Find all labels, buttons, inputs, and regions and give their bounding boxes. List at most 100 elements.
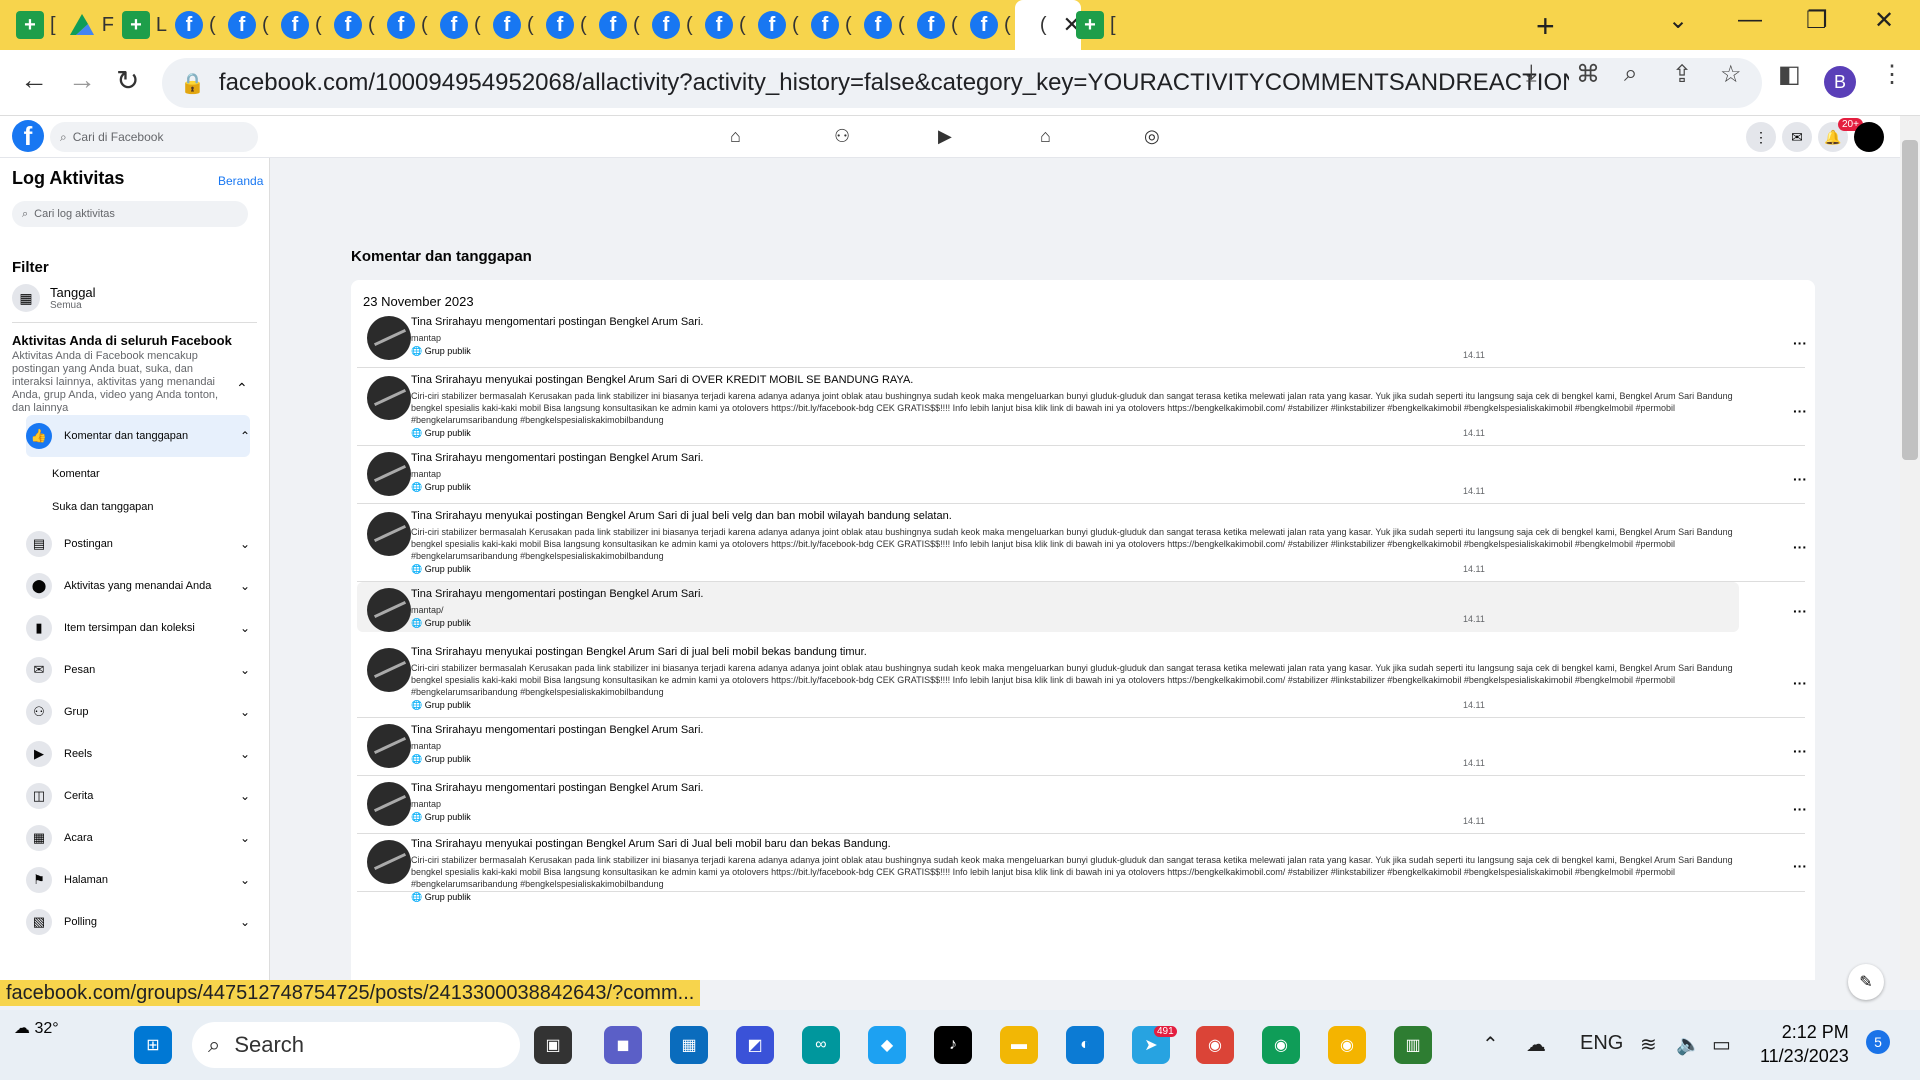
reload-icon[interactable]: ↻ [116,64,139,97]
browser-tab[interactable]: f( [644,0,697,50]
chevron-down-icon[interactable]: ⌄ [240,705,250,719]
avatar[interactable] [367,452,411,496]
chrome-icon[interactable]: ◉ [1196,1026,1234,1064]
browser-tab[interactable]: f( [538,0,591,50]
chevron-down-icon[interactable]: ⌄ [240,873,250,887]
watch-nav-icon[interactable]: ▶ [938,126,952,147]
browser-tab[interactable]: f( [856,0,909,50]
group-name[interactable]: jual beli velg dan ban mobil wilayah ban… [692,510,949,522]
chevron-up-icon[interactable]: ⌃ [236,380,248,397]
file-explorer-icon[interactable]: ▬ [1000,1026,1038,1064]
date-filter[interactable]: ▦ Tanggal Semua [12,284,257,312]
sidebar-item-calendar[interactable]: ▦ Acara ⌄ [26,817,250,859]
actor-name[interactable]: Tina Srirahayu [411,724,482,736]
start-icon[interactable]: ⊞ [134,1026,172,1064]
target-name[interactable]: Bengkel Arum Sari [609,588,700,600]
target-name[interactable]: Bengkel Arum Sari [586,838,677,850]
browser-tab[interactable]: f( [697,0,750,50]
avatar[interactable] [367,512,411,556]
more-options-icon[interactable]: ··· [1793,539,1807,555]
menu-icon[interactable]: ⋮ [1880,60,1904,89]
avatar[interactable] [367,648,411,692]
battery-icon[interactable]: ▭ [1712,1032,1731,1057]
chevron-down-icon[interactable]: ⌄ [240,915,250,929]
target-name[interactable]: Bengkel Arum Sari [586,510,677,522]
target-name[interactable]: Bengkel Arum Sari [609,316,700,328]
scrollbar-thumb[interactable] [1902,140,1918,460]
actor-name[interactable]: Tina Srirahayu [411,782,482,794]
task-view-icon[interactable]: ▣ [534,1026,572,1064]
volume-icon[interactable]: 🔈 [1676,1032,1701,1057]
home-link[interactable]: Beranda [218,174,263,188]
browser-tab[interactable]: f( [485,0,538,50]
sidebar-item-flag[interactable]: ⚑ Halaman ⌄ [26,859,250,901]
browser-tab[interactable]: f( [432,0,485,50]
more-options-icon[interactable]: ··· [1793,403,1807,419]
activity-search-input[interactable]: ⌕ Cari log aktivitas [12,201,248,227]
more-options-icon[interactable]: ··· [1793,603,1807,619]
language-indicator[interactable]: ENG [1580,1032,1623,1055]
home-nav-icon[interactable]: ⌂ [730,126,741,147]
sidebar-item-messenger[interactable]: ✉ Pesan ⌄ [26,649,250,691]
chevron-down-icon[interactable]: ⌄ [240,663,250,677]
arduino-icon[interactable]: ∞ [802,1026,840,1064]
restore-icon[interactable]: ❐ [1806,6,1828,35]
sidebar-item-posts[interactable]: ▤ Postingan ⌄ [26,523,250,565]
target-name[interactable]: Bengkel Arum Sari [609,782,700,794]
share-icon[interactable]: ⇪ [1672,60,1692,89]
group-name[interactable]: jual beli mobil bekas bandung timur [692,646,864,658]
more-options-icon[interactable]: ··· [1793,801,1807,817]
chrome-icon[interactable]: ◉ [1328,1026,1366,1064]
actor-name[interactable]: Tina Srirahayu [411,452,482,464]
wifi-icon[interactable]: ≋ [1640,1032,1657,1057]
more-options-icon[interactable]: ··· [1793,858,1807,874]
activity-row[interactable]: Tina Srirahayu mengomentari postingan Be… [357,582,1807,632]
avatar[interactable] [367,840,411,884]
profile-avatar[interactable]: B [1824,66,1856,98]
marketplace-nav-icon[interactable]: ⌂ [1040,126,1051,147]
close-window-icon[interactable]: ✕ [1874,6,1894,35]
actor-name[interactable]: Tina Srirahayu [411,316,482,328]
chevron-down-icon[interactable]: ⌄ [240,537,250,551]
sidebar-item-tag[interactable]: ⬤ Aktivitas yang menandai Anda ⌄ [26,565,250,607]
chevron-down-icon[interactable]: ⌄ [240,747,250,761]
zoom-icon[interactable]: ⌕ [1624,60,1637,88]
browser-tab[interactable]: f( [326,0,379,50]
browser-tab[interactable]: + L [114,0,167,50]
tiktok-icon[interactable]: ♪ [934,1026,972,1064]
actor-name[interactable]: Tina Srirahayu [411,838,482,850]
more-options-icon[interactable]: ··· [1793,335,1807,351]
sidebar-item-stories[interactable]: ◫ Cerita ⌄ [26,775,250,817]
messenger-icon[interactable]: ✉ [1782,122,1812,152]
sidebar-item-poll[interactable]: ▧ Polling ⌄ [26,901,250,943]
chevron-down-icon[interactable]: ⌄ [240,789,250,803]
minimize-icon[interactable]: — [1738,6,1762,34]
target-name[interactable]: Bengkel Arum Sari [609,724,700,736]
chevron-up-icon[interactable]: ⌃ [240,429,250,443]
avatar[interactable] [367,724,411,768]
translate-icon[interactable]: ⌘ [1576,60,1600,89]
tab-search-icon[interactable]: ⌄ [1668,6,1688,35]
sidebar-item-groups[interactable]: ⚇ Grup ⌄ [26,691,250,733]
target-name[interactable]: Bengkel Arum Sari [609,452,700,464]
more-options-icon[interactable]: ··· [1793,743,1807,759]
sidebar-subitem[interactable]: Komentar [52,457,257,490]
actor-name[interactable]: Tina Srirahayu [411,646,482,658]
twitter-icon[interactable]: ◆ [868,1026,906,1064]
friends-nav-icon[interactable]: ⚇ [834,126,850,147]
tray-chevron-icon[interactable]: ⌃ [1482,1032,1499,1057]
app-bars-icon[interactable]: ▥ [1394,1026,1432,1064]
account-avatar[interactable] [1854,122,1884,152]
forward-icon[interactable]: → [68,64,96,96]
chevron-down-icon[interactable]: ⌄ [240,621,250,635]
browser-tab[interactable]: f( [909,0,962,50]
browser-tab[interactable]: f( [379,0,432,50]
chevron-down-icon[interactable]: ⌄ [240,831,250,845]
browser-tab[interactable]: F [61,0,114,50]
activity-row[interactable]: Tina Srirahayu menyukai postingan Bengke… [357,368,1807,446]
chevron-down-icon[interactable]: ⌄ [240,579,250,593]
activity-row[interactable]: Tina Srirahayu menyukai postingan Bengke… [357,640,1807,718]
browser-tab[interactable]: f( [591,0,644,50]
sidebar-item-thumbs-up[interactable]: 👍 Komentar dan tanggapan ⌃ [26,415,250,457]
edge-icon[interactable]: ◐ [1066,1026,1104,1064]
